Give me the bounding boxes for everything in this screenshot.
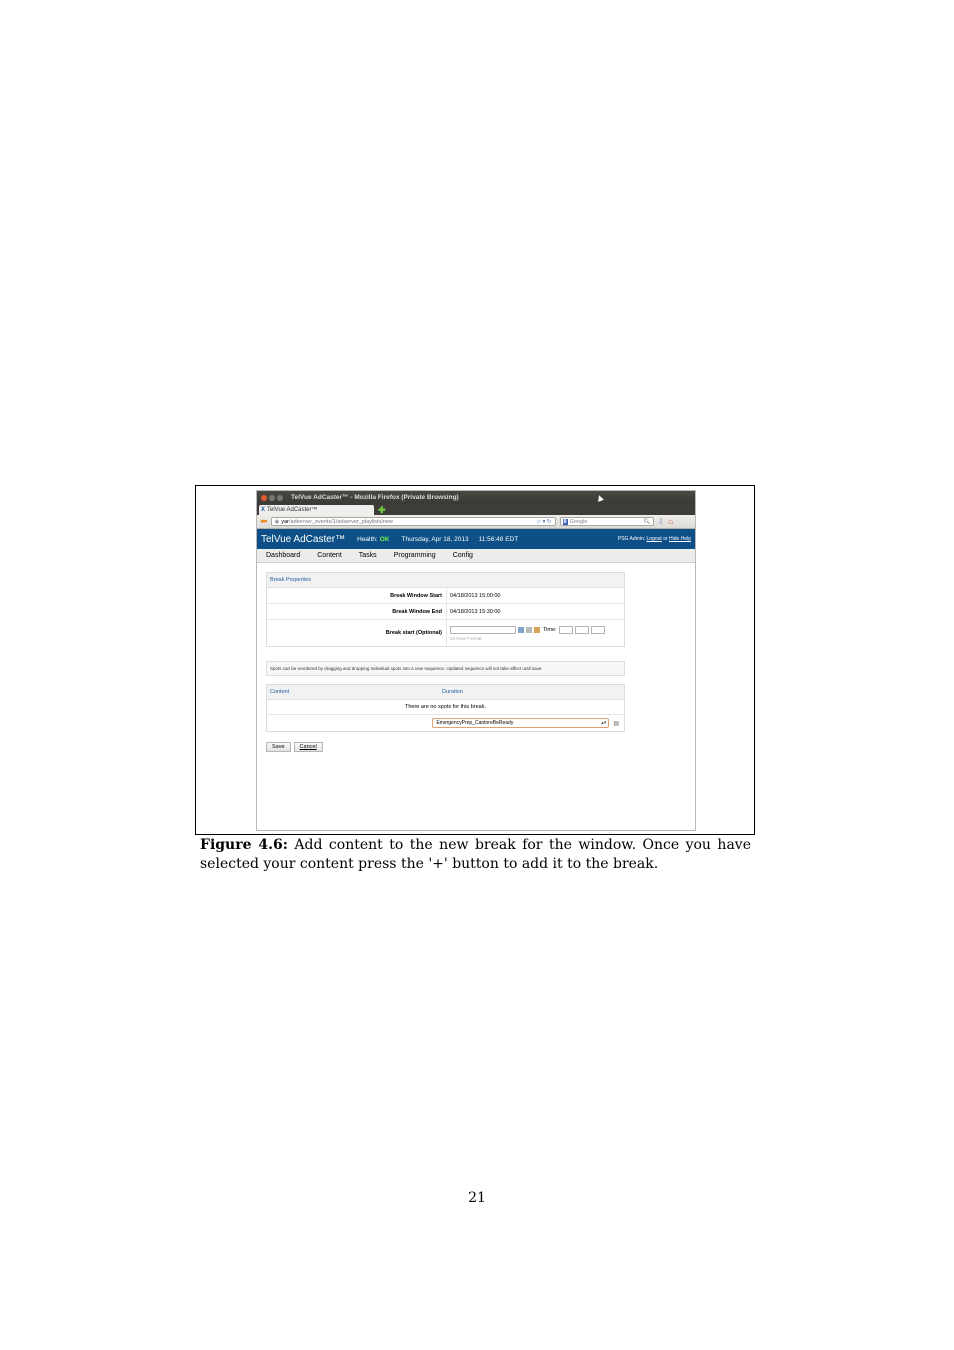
window-titlebar: TelVue AdCaster™ - Mozilla Firefox (Priv…	[257, 491, 695, 504]
break-window-start-label: Break Window Start	[267, 588, 447, 603]
url-host: yar	[281, 518, 289, 525]
menu-tasks[interactable]: Tasks	[359, 552, 377, 559]
second-input[interactable]	[590, 625, 605, 634]
caption-label: Figure 4.6:	[200, 837, 288, 853]
window-close-icon[interactable]	[261, 494, 267, 501]
menu-dashboard[interactable]: Dashboard	[266, 552, 300, 559]
mouse-cursor-icon	[596, 494, 604, 502]
select-arrows-icon: ▴▾	[601, 720, 607, 726]
break-start-date-input[interactable]	[450, 625, 516, 634]
format-hint: 24 Hour Format	[450, 635, 482, 641]
spots-table: Content Duration There are no spots for …	[266, 684, 625, 732]
header-time: 11:56:48 EDT	[478, 535, 519, 543]
page-content: Break Properties Break Window Start 04/1…	[257, 563, 695, 752]
reload-icon[interactable]: ☆ ▾ ↻	[536, 519, 551, 525]
menu-content[interactable]: Content	[317, 552, 342, 559]
break-start-row: Break start (Optional) Time: 24 Hour For…	[267, 620, 624, 646]
window-title: TelVue AdCaster™ - Mozilla Firefox (Priv…	[291, 494, 459, 501]
or-text: or	[663, 536, 668, 542]
telvue-favicon-icon: X	[261, 507, 266, 513]
break-window-end-value: 04/18/2013 15:30:00	[450, 608, 501, 615]
duration-column-header: Duration	[442, 689, 463, 695]
admin-links: PSG Admin: Logout or Hide Help	[618, 536, 691, 542]
reorder-notice: Spots can be reordered by dragging and d…	[266, 661, 625, 676]
window-maximize-icon[interactable]	[277, 494, 283, 501]
health-status: OK	[379, 535, 390, 543]
browser-tab[interactable]: X TelVue AdCaster™	[259, 505, 374, 515]
form-buttons: Save Cancel	[266, 742, 686, 752]
screenshot: TelVue AdCaster™ - Mozilla Firefox (Priv…	[256, 490, 696, 831]
empty-spots-message: There are no spots for this break.	[267, 700, 624, 715]
search-bar[interactable]: 8 Google 🔍︎	[559, 517, 654, 526]
back-arrow-icon[interactable]: ⬅	[260, 516, 268, 527]
search-icon[interactable]: 🔍︎	[644, 519, 651, 525]
content-select[interactable]: EmergencyPrep_CantoreBeReady ▴▾	[432, 718, 610, 728]
calendar-icon[interactable]	[518, 626, 524, 633]
break-properties-panel: Break Properties Break Window Start 04/1…	[266, 572, 625, 647]
new-tab-icon[interactable]: ✚	[378, 505, 386, 515]
add-spot-row: EmergencyPrep_CantoreBeReady ▴▾ ▤	[267, 715, 624, 731]
break-window-start-row: Break Window Start 04/18/2013 15:00:00	[267, 588, 624, 604]
break-window-end-label: Break Window End	[267, 604, 447, 619]
url-bar[interactable]: ◉ yar/adserver_events/1/adserver_playlis…	[270, 517, 556, 526]
admin-user: PSG Admin:	[617, 536, 646, 542]
cancel-button[interactable]: Cancel	[293, 742, 323, 752]
time-label: Time:	[543, 626, 557, 633]
spots-table-header: Content Duration	[267, 685, 624, 700]
google-engine-icon[interactable]: 8	[562, 518, 568, 525]
search-placeholder: Google	[569, 518, 588, 525]
home-icon[interactable]: ⌂	[668, 517, 673, 526]
break-properties-heading: Break Properties	[267, 573, 624, 588]
window-minimize-icon[interactable]	[269, 494, 275, 501]
url-path: /adserver_events/1/adserver_playlists/ne…	[289, 518, 393, 525]
globe-icon: ◉	[274, 518, 280, 525]
tab-title: TelVue AdCaster™	[267, 507, 318, 513]
browser-navbar: ⬅ ◉ yar/adserver_events/1/adserver_playl…	[257, 515, 695, 529]
app-header: TelVue AdCaster™ Health: OK Thursday, Ap…	[257, 529, 695, 549]
save-button[interactable]: Save	[266, 742, 291, 752]
break-window-end-row: Break Window End 04/18/2013 15:30:00	[267, 604, 624, 620]
hour-input[interactable]	[558, 625, 573, 634]
page-number: 21	[468, 1190, 486, 1206]
minute-input[interactable]	[574, 625, 589, 634]
content-select-value: EmergencyPrep_CantoreBeReady	[436, 720, 514, 726]
break-start-label: Break start (Optional)	[267, 620, 447, 646]
menu-programming[interactable]: Programming	[394, 552, 436, 559]
add-spot-icon[interactable]: ▤	[613, 720, 619, 727]
break-window-start-value: 04/18/2013 15:00:00	[450, 592, 501, 599]
app-brand: TelVue AdCaster™	[261, 533, 346, 545]
download-icon[interactable]: ⇩	[658, 517, 665, 526]
main-menu: Dashboard Content Tasks Programming Conf…	[257, 549, 695, 563]
header-date: Thursday, Apr 18, 2013	[401, 535, 469, 543]
clear-icon[interactable]	[526, 626, 532, 633]
clock-icon[interactable]	[534, 626, 540, 633]
browser-tabbar: X TelVue AdCaster™ ✚	[257, 504, 695, 515]
health-label: Health:	[357, 535, 378, 543]
menu-config[interactable]: Config	[453, 552, 473, 559]
hide-help-link[interactable]: Hide Help	[669, 536, 691, 542]
figure-caption: Figure 4.6: Add content to the new break…	[200, 836, 751, 874]
content-column-header: Content	[270, 689, 290, 695]
figure-frame: TelVue AdCaster™ - Mozilla Firefox (Priv…	[195, 485, 755, 835]
logout-link[interactable]: Logout	[647, 536, 662, 542]
